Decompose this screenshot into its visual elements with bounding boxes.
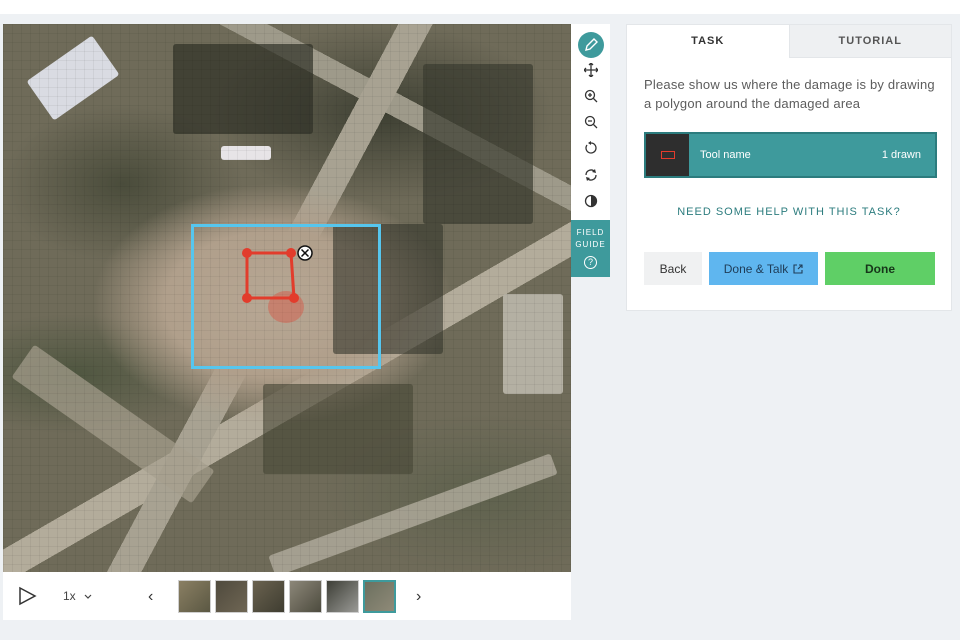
move-icon[interactable]	[578, 57, 604, 83]
help-circle-icon: ?	[584, 256, 597, 269]
task-panel: TASK TUTORIAL Please show us where the d…	[626, 24, 952, 311]
field-guide-label: FIELD	[576, 228, 605, 237]
frame-controls: 1x ‹ ›	[3, 572, 571, 620]
previous-frame-button[interactable]: ‹	[148, 588, 153, 606]
polygon-vertex[interactable]	[242, 293, 252, 303]
pencil-icon[interactable]	[578, 32, 604, 58]
task-tabs: TASK TUTORIAL	[627, 25, 951, 58]
back-label: Back	[659, 261, 687, 276]
polygon-vertex[interactable]	[289, 293, 299, 303]
frame-thumbnail[interactable]	[252, 580, 285, 613]
image-toolbar	[571, 24, 610, 220]
field-guide-label: GUIDE	[575, 240, 606, 249]
rotate-left-icon[interactable]	[578, 135, 604, 161]
play-button[interactable]	[17, 586, 37, 611]
subject-image-viewer[interactable]	[3, 24, 571, 572]
speed-value: 1x	[63, 589, 76, 603]
zoom-out-icon[interactable]	[578, 109, 604, 135]
next-frame-button[interactable]: ›	[416, 588, 421, 606]
top-bar	[0, 0, 960, 14]
done-button[interactable]: Done	[825, 252, 935, 285]
polygon-highlight	[268, 291, 304, 323]
task-help-link[interactable]: NEED SOME HELP WITH THIS TASK?	[627, 206, 951, 218]
tab-task[interactable]: TASK	[627, 25, 789, 58]
field-guide-button[interactable]: FIELD GUIDE ?	[571, 220, 610, 277]
invert-icon[interactable]	[578, 188, 604, 214]
frame-thumbnail[interactable]	[178, 580, 211, 613]
tool-count-label: 1 drawn	[881, 149, 921, 161]
tool-name-label: Tool name	[700, 149, 751, 161]
polygon-vertex[interactable]	[286, 248, 296, 258]
back-button[interactable]: Back	[644, 252, 702, 285]
chevron-down-icon	[84, 594, 92, 599]
frame-thumbnail-active[interactable]	[363, 580, 396, 613]
reset-icon[interactable]	[578, 162, 604, 188]
frame-thumbnail[interactable]	[326, 580, 359, 613]
done-label: Done	[865, 261, 895, 276]
damage-polygon-layer	[242, 245, 313, 323]
task-question: Please show us where the damage is by dr…	[644, 77, 935, 111]
drawing-tool-option[interactable]: Tool name 1 drawn	[644, 132, 937, 178]
frame-thumbnail[interactable]	[289, 580, 322, 613]
tab-tutorial[interactable]: TUTORIAL	[788, 25, 951, 58]
external-link-icon	[793, 263, 803, 274]
rectangle-tool-icon	[646, 134, 689, 176]
speed-select[interactable]: 1x	[63, 589, 92, 603]
done-talk-label: Done & Talk	[723, 261, 789, 276]
zoom-in-icon[interactable]	[578, 83, 604, 109]
polygon-vertex[interactable]	[242, 248, 252, 258]
frame-thumbnail[interactable]	[215, 580, 248, 613]
delete-mark-icon[interactable]	[297, 245, 313, 261]
done-and-talk-button[interactable]: Done & Talk	[709, 252, 818, 285]
